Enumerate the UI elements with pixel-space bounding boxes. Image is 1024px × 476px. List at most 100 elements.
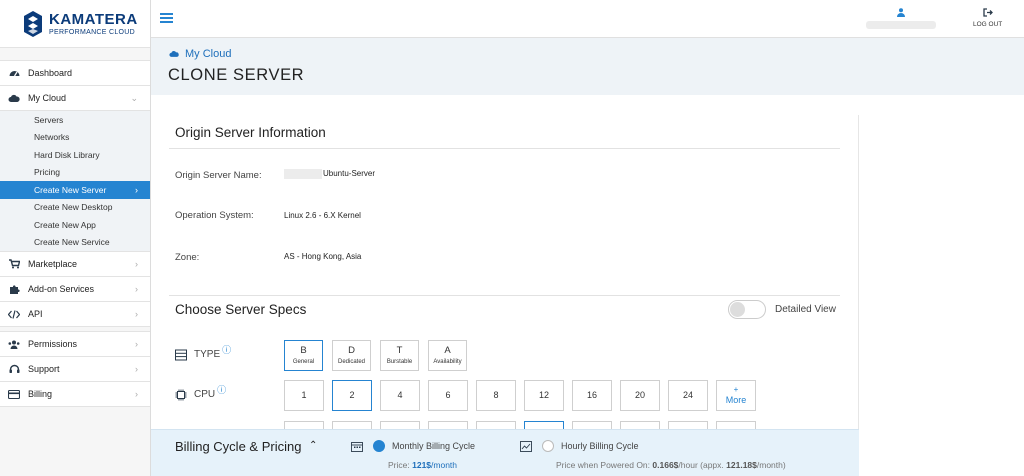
- os-label: Operation System:: [175, 210, 254, 221]
- sidebar-item-label: Support: [28, 364, 60, 374]
- cpu-icon: [175, 389, 187, 400]
- cpu-option-24[interactable]: 24: [668, 380, 708, 411]
- redacted-prefix: [284, 169, 322, 179]
- kamatera-logo-icon: [24, 10, 42, 37]
- sidebar-item-my-cloud[interactable]: My Cloud ⌄: [0, 86, 150, 111]
- zone-label: Zone:: [175, 252, 200, 263]
- help-icon[interactable]: ⓘ: [217, 383, 226, 396]
- price-prefix: Price when Powered On:: [556, 460, 651, 470]
- users-icon: [8, 338, 20, 350]
- submenu-label: Pricing: [34, 167, 60, 178]
- chevron-right-icon: ›: [135, 339, 138, 349]
- sidebar-item-label: My Cloud: [28, 93, 67, 103]
- cpu-option-4[interactable]: 4: [380, 380, 420, 411]
- submenu-item-create-new-app[interactable]: Create New App: [0, 216, 150, 234]
- monthly-label: Monthly Billing Cycle: [392, 441, 476, 451]
- server-name-value: Ubuntu-Server: [284, 169, 375, 179]
- sidebar-item-billing[interactable]: Billing ›: [0, 382, 150, 407]
- dashboard-icon: [8, 67, 20, 79]
- type-label-row: TYPE ⓘ: [175, 345, 231, 361]
- submenu-item-create-new-desktop[interactable]: Create New Desktop: [0, 199, 150, 217]
- sidebar-item-marketplace[interactable]: Marketplace ›: [0, 252, 150, 277]
- toggle-knob: [730, 302, 745, 317]
- sidebar-item-label: Marketplace: [28, 259, 78, 269]
- sidebar-item-api[interactable]: API ›: [0, 302, 150, 327]
- submenu-item-pricing[interactable]: Pricing: [0, 164, 150, 182]
- user-menu[interactable]: [866, 8, 936, 29]
- cpu-option-8[interactable]: 8: [476, 380, 516, 411]
- billing-title[interactable]: Billing Cycle & Pricing: [175, 439, 301, 454]
- detailed-view-toggle[interactable]: [728, 300, 766, 319]
- type-option-availability[interactable]: A Availability: [428, 340, 467, 371]
- detailed-view-label: Detailed View: [775, 304, 836, 315]
- calendar-icon: [351, 441, 363, 452]
- cpu-more-button[interactable]: + More: [716, 380, 756, 411]
- logo[interactable]: KAMATERA PERFORMANCE CLOUD: [0, 0, 150, 48]
- sidebar-item-permissions[interactable]: Permissions ›: [0, 332, 150, 357]
- submenu-label: Create New Desktop: [34, 202, 113, 213]
- monthly-price-value: 121$: [412, 460, 432, 470]
- cloud-icon: [169, 51, 179, 57]
- hourly-monthly-value: 121.18$: [726, 460, 757, 470]
- cpu-option-12[interactable]: 12: [524, 380, 564, 411]
- billing-panel: Billing Cycle & Pricing ⌃ Monthly Billin…: [151, 429, 859, 476]
- submenu-item-servers[interactable]: Servers: [0, 111, 150, 129]
- sidebar-item-dashboard[interactable]: Dashboard: [0, 61, 150, 86]
- sidebar-item-label: Permissions: [28, 339, 78, 349]
- sidebar-item-add-on-services[interactable]: Add-on Services ›: [0, 277, 150, 302]
- submenu-item-create-new-service[interactable]: Create New Service: [0, 234, 150, 252]
- cart-icon: [8, 258, 20, 270]
- submenu-label: Create New App: [34, 219, 96, 230]
- submenu-item-networks[interactable]: Networks: [0, 129, 150, 147]
- submenu-item-create-new-server[interactable]: Create New Server ›: [0, 181, 150, 199]
- chevron-right-icon: ›: [135, 284, 138, 294]
- type-option-dedicated[interactable]: D Dedicated: [332, 340, 371, 371]
- cloud-icon: [8, 92, 20, 104]
- monthly-price: Price: 121$/month: [388, 460, 457, 470]
- type-letter: B: [300, 345, 307, 356]
- type-name: Availability: [433, 359, 462, 365]
- breadcrumb[interactable]: My Cloud: [169, 48, 231, 60]
- type-name: General: [292, 359, 315, 365]
- cpu-option-6[interactable]: 6: [428, 380, 468, 411]
- logout-label: LOG OUT: [973, 21, 1003, 28]
- hourly-price: Price when Powered On: 0.166$/hour (appx…: [556, 460, 786, 470]
- brand-tagline: PERFORMANCE CLOUD: [49, 28, 135, 36]
- cpu-option-20[interactable]: 20: [620, 380, 660, 411]
- submenu-item-hard-disk-library[interactable]: Hard Disk Library: [0, 146, 150, 164]
- submenu-label: Servers: [34, 114, 64, 125]
- monthly-radio[interactable]: [373, 440, 385, 452]
- brand-name: KAMATERA: [49, 10, 138, 28]
- origin-section-title: Origin Server Information: [175, 125, 326, 140]
- sidebar-item-support[interactable]: Support ›: [0, 357, 150, 382]
- sidebar-spacer: [0, 48, 150, 61]
- type-label: TYPE: [194, 349, 221, 360]
- type-letter: T: [396, 345, 403, 356]
- chevron-right-icon: ›: [135, 364, 138, 374]
- cpu-option-1[interactable]: 1: [284, 380, 324, 411]
- sidebar-item-label: Billing: [28, 389, 53, 399]
- puzzle-icon: [8, 283, 20, 295]
- type-name: Dedicated: [337, 359, 366, 365]
- chevron-right-icon: ›: [135, 259, 138, 269]
- chevron-down-icon: ⌄: [130, 93, 138, 103]
- breadcrumb-label: My Cloud: [185, 48, 232, 60]
- type-option-burstable[interactable]: T Burstable: [380, 340, 419, 371]
- chevron-right-icon: ›: [135, 184, 138, 195]
- hourly-billing-option[interactable]: Hourly Billing Cycle: [520, 440, 639, 452]
- menu-toggle-icon[interactable]: [160, 13, 173, 23]
- clone-server-card: Origin Server Information Origin Server …: [166, 115, 859, 476]
- sidebar-item-label: API: [28, 309, 43, 319]
- cpu-option-2[interactable]: 2: [332, 380, 372, 411]
- code-icon: [8, 308, 20, 320]
- divider: [169, 295, 840, 296]
- hourly-radio[interactable]: [542, 440, 554, 452]
- chevron-up-icon[interactable]: ⌃: [309, 440, 317, 451]
- type-option-general[interactable]: B General: [284, 340, 323, 371]
- help-icon[interactable]: ⓘ: [222, 343, 231, 356]
- cpu-option-16[interactable]: 16: [572, 380, 612, 411]
- logout-button[interactable]: LOG OUT: [973, 8, 1002, 28]
- server-name-label: Origin Server Name:: [175, 170, 262, 181]
- monthly-billing-option[interactable]: Monthly Billing Cycle: [351, 440, 475, 452]
- more-label: More: [725, 395, 747, 405]
